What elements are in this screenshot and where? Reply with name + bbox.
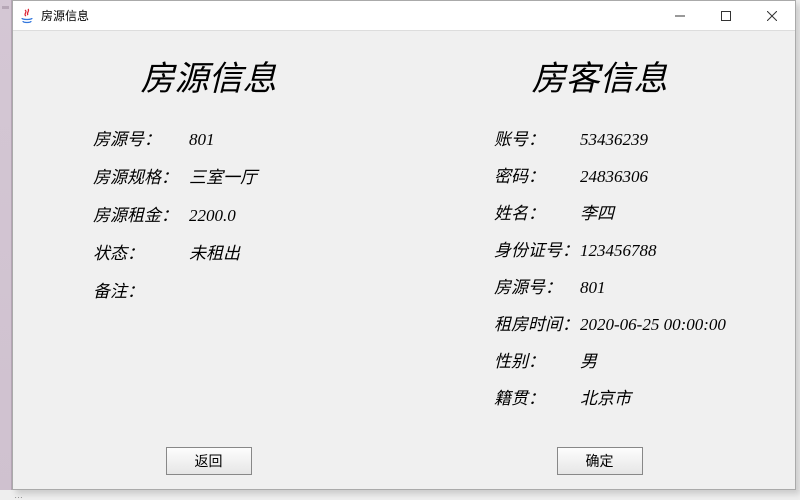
house-spec-label: 房源规格：	[93, 163, 189, 188]
house-info-heading: 房源信息	[43, 51, 374, 100]
tenant-password-value: 24836306	[580, 167, 648, 187]
dialog-window: 房源信息 房源信息 房源号： 801 房源规格： 三室一	[12, 0, 796, 490]
tenant-idnum-row: 身份证号： 123456788	[494, 236, 765, 261]
tenant-idnum-label: 身份证号：	[494, 236, 580, 261]
background-ide-edge	[0, 0, 12, 500]
back-button[interactable]: 返回	[166, 447, 252, 475]
tenant-gender-label: 性别：	[494, 347, 580, 372]
content-area: 房源信息 房源号： 801 房源规格： 三室一厅 房源租金： 2200.0 状态…	[13, 31, 795, 489]
tenant-account-label: 账号：	[494, 125, 580, 150]
tenant-origin-label: 籍贯：	[494, 384, 580, 409]
tenant-gender-row: 性别： 男	[494, 347, 765, 372]
maximize-button[interactable]	[703, 1, 749, 31]
tenant-idnum-value: 123456788	[580, 241, 657, 261]
minimize-button[interactable]	[657, 1, 703, 31]
tenant-fields: 账号： 53436239 密码： 24836306 姓名： 李四 身份证号： 1…	[434, 125, 765, 409]
tenant-info-heading: 房客信息	[434, 51, 765, 100]
house-status-value: 未租出	[189, 239, 240, 264]
java-icon	[19, 8, 35, 24]
house-spec-row: 房源规格： 三室一厅	[93, 163, 374, 188]
background-clutter: …	[0, 490, 800, 500]
house-spec-value: 三室一厅	[189, 163, 257, 188]
house-rent-value: 2200.0	[189, 206, 236, 226]
tenant-house-row: 房源号： 801	[494, 273, 765, 298]
window-title: 房源信息	[41, 7, 657, 24]
house-info-panel: 房源信息 房源号： 801 房源规格： 三室一厅 房源租金： 2200.0 状态…	[13, 31, 404, 489]
tenant-password-label: 密码：	[494, 162, 580, 187]
tenant-name-row: 姓名： 李四	[494, 199, 765, 224]
tenant-password-row: 密码： 24836306	[494, 162, 765, 187]
tenant-button-wrap: 确定	[404, 447, 795, 475]
tenant-time-value: 2020-06-25 00:00:00	[580, 315, 726, 335]
tenant-gender-value: 男	[580, 347, 597, 372]
house-fields: 房源号： 801 房源规格： 三室一厅 房源租金： 2200.0 状态： 未租出…	[43, 125, 374, 302]
house-rent-label: 房源租金：	[93, 201, 189, 226]
confirm-button[interactable]: 确定	[557, 447, 643, 475]
background-ide-grip	[2, 6, 9, 9]
tenant-origin-row: 籍贯： 北京市	[494, 384, 765, 409]
tenant-info-panel: 房客信息 账号： 53436239 密码： 24836306 姓名： 李四 身份…	[404, 31, 795, 489]
house-status-row: 状态： 未租出	[93, 239, 374, 264]
tenant-account-row: 账号： 53436239	[494, 125, 765, 150]
house-remark-row: 备注：	[93, 277, 374, 302]
house-rent-row: 房源租金： 2200.0	[93, 201, 374, 226]
window-controls	[657, 1, 795, 31]
house-id-value: 801	[189, 130, 215, 150]
tenant-time-row: 租房时间： 2020-06-25 00:00:00	[494, 310, 765, 335]
house-id-row: 房源号： 801	[93, 125, 374, 150]
close-button[interactable]	[749, 1, 795, 31]
tenant-account-value: 53436239	[580, 130, 648, 150]
house-remark-label: 备注：	[93, 277, 189, 302]
house-button-wrap: 返回	[13, 447, 404, 475]
tenant-name-label: 姓名：	[494, 199, 580, 224]
tenant-time-label: 租房时间：	[494, 310, 580, 335]
titlebar: 房源信息	[13, 1, 795, 31]
tenant-name-value: 李四	[580, 199, 614, 224]
house-id-label: 房源号：	[93, 125, 189, 150]
tenant-house-value: 801	[580, 278, 606, 298]
tenant-house-label: 房源号：	[494, 273, 580, 298]
house-status-label: 状态：	[93, 239, 189, 264]
tenant-origin-value: 北京市	[580, 384, 631, 409]
